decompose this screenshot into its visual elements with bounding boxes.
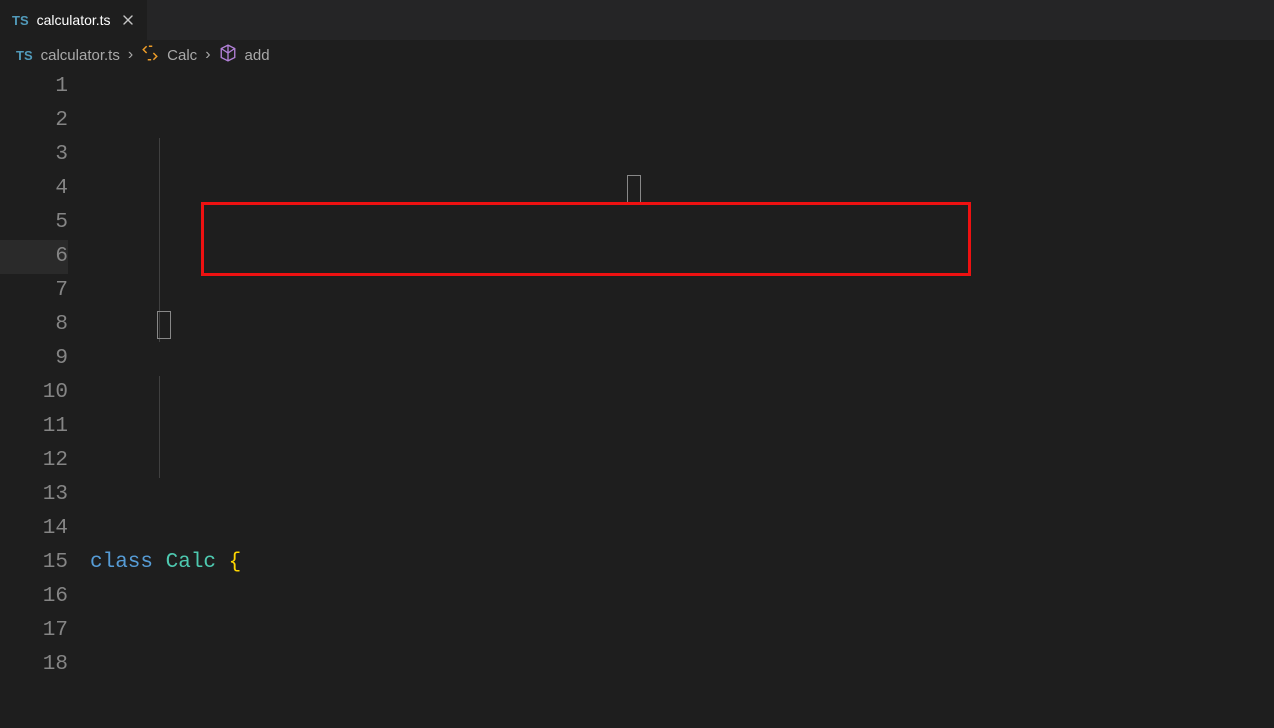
breadcrumb-method[interactable]: add <box>245 47 270 64</box>
line-number: 1 <box>0 70 68 104</box>
line-number: 5 <box>0 206 68 240</box>
line-number: 3 <box>0 138 68 172</box>
line-number: 7 <box>0 274 68 308</box>
line-number: 6 <box>0 240 68 274</box>
breadcrumb: TS calculator.ts › Calc › add <box>0 40 1274 70</box>
line-number: 17 <box>0 614 68 648</box>
bracket-match-icon <box>157 311 171 339</box>
line-gutter: 1 2 3 4 5 6 7 8 9 10 11 12 13 14 15 16 1… <box>0 70 90 728</box>
line-number: 14 <box>0 512 68 546</box>
line-number: 16 <box>0 580 68 614</box>
line-number: 11 <box>0 410 68 444</box>
method-icon <box>219 44 237 66</box>
line-number: 9 <box>0 342 68 376</box>
breadcrumb-file[interactable]: calculator.ts <box>41 47 120 64</box>
line-number: 2 <box>0 104 68 138</box>
tab-label: calculator.ts <box>37 12 111 28</box>
code-area[interactable]: class Calc { add(a: number, b: number): … <box>90 70 1274 728</box>
typescript-icon: TS <box>16 48 33 63</box>
highlight-box <box>201 202 971 276</box>
typescript-icon: TS <box>12 13 29 28</box>
code-line <box>90 648 1274 682</box>
chevron-right-icon: › <box>205 46 210 64</box>
line-number: 18 <box>0 648 68 682</box>
close-icon[interactable] <box>119 11 137 29</box>
line-number: 10 <box>0 376 68 410</box>
breadcrumb-class[interactable]: Calc <box>167 47 197 64</box>
class-icon <box>141 44 159 66</box>
code-editor[interactable]: 1 2 3 4 5 6 7 8 9 10 11 12 13 14 15 16 1… <box>0 70 1274 728</box>
bracket-match-icon <box>627 175 641 203</box>
line-number: 15 <box>0 546 68 580</box>
line-number: 12 <box>0 444 68 478</box>
line-number: 4 <box>0 172 68 206</box>
code-line <box>90 444 1274 478</box>
line-number: 8 <box>0 308 68 342</box>
chevron-right-icon: › <box>128 46 133 64</box>
code-line: class Calc { <box>90 546 1274 580</box>
line-number: 13 <box>0 478 68 512</box>
tab-bar: TS calculator.ts <box>0 0 1274 40</box>
tab-calculator[interactable]: TS calculator.ts <box>0 0 148 40</box>
